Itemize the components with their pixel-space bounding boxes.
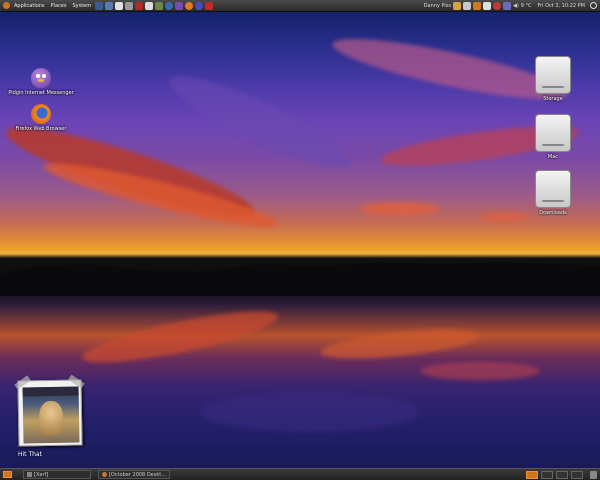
desktop-icon-label: Storage xyxy=(543,96,563,102)
drive-icon xyxy=(535,56,571,94)
desktop-icon-label: Firefox Web Browser xyxy=(15,126,67,132)
task-label: [October 2008 Deskt... xyxy=(108,471,166,478)
user-name[interactable]: Danny Piss xyxy=(424,3,451,9)
task-label: [Xarf] xyxy=(34,471,49,478)
trash-icon[interactable] xyxy=(590,470,597,479)
desktop-icon-mac[interactable]: Mac xyxy=(523,114,583,160)
menu-system[interactable]: System xyxy=(70,3,93,9)
desktop-icon-storage[interactable]: Storage xyxy=(523,56,583,102)
show-desktop-icon[interactable] xyxy=(3,471,12,478)
menu-applications[interactable]: Applications xyxy=(12,3,47,9)
bottom-panel: [Xarf] [October 2008 Deskt... xyxy=(0,468,600,480)
menu-places[interactable]: Places xyxy=(49,3,69,9)
tool-launcher-icon[interactable] xyxy=(135,1,144,10)
workspace-3[interactable] xyxy=(556,470,568,479)
firefox-icon xyxy=(31,104,51,124)
document-launcher-icon[interactable] xyxy=(125,1,134,10)
top-panel: Applications Places System Danny Piss ◀)… xyxy=(0,0,600,12)
desktop-icon-firefox[interactable]: Firefox Web Browser xyxy=(11,104,71,132)
firefox-launcher-icon[interactable] xyxy=(185,1,194,10)
photo-launcher-icon[interactable] xyxy=(155,1,164,10)
workspace-1[interactable] xyxy=(526,470,538,479)
mail-launcher-icon[interactable] xyxy=(115,1,124,10)
image-icon xyxy=(102,472,107,477)
workspace-2[interactable] xyxy=(541,470,553,479)
disk-launcher-icon[interactable] xyxy=(195,1,204,10)
taskbar-item-xarf[interactable]: [Xarf] xyxy=(23,470,91,479)
pidgin-icon xyxy=(31,68,51,88)
photo-caption: Hit That xyxy=(18,451,42,458)
taskbar-item-desktop[interactable]: [October 2008 Deskt... xyxy=(98,470,170,479)
monitor-tray-icon[interactable] xyxy=(482,1,491,10)
network-tray-icon[interactable] xyxy=(462,1,471,10)
clock[interactable]: Fri Oct 3, 10:22 PM xyxy=(538,3,585,9)
album-cover-image xyxy=(22,386,80,444)
photo-widget[interactable] xyxy=(14,374,85,447)
alert-tray-icon[interactable] xyxy=(492,1,501,10)
help-launcher-icon[interactable] xyxy=(165,1,174,10)
drive-icon xyxy=(535,170,571,208)
terminal-icon xyxy=(27,472,32,477)
drive-icon xyxy=(535,114,571,152)
desktop-wallpaper xyxy=(0,12,600,468)
desktop-icon-label: Downloads xyxy=(539,210,567,216)
pidgin-launcher-icon[interactable] xyxy=(175,1,184,10)
package-tray-icon[interactable] xyxy=(472,1,481,10)
file-launcher-icon[interactable] xyxy=(145,1,154,10)
workspace-4[interactable] xyxy=(571,470,583,479)
filezilla-launcher-icon[interactable] xyxy=(205,1,214,10)
terminal-launcher-icon[interactable] xyxy=(95,1,104,10)
desktop-icon-label: Mac xyxy=(547,154,559,160)
calendar-launcher-icon[interactable] xyxy=(105,1,114,10)
folder-tray-icon[interactable] xyxy=(452,1,461,10)
desktop-icon-downloads[interactable]: Downloads xyxy=(523,170,583,216)
desktop-icon-label: Pidgin Internet Messenger xyxy=(8,90,74,96)
volume-icon[interactable]: ◀) xyxy=(513,3,519,9)
horizon-hills xyxy=(0,262,600,296)
weather-temp[interactable]: 9 °C xyxy=(521,3,532,9)
power-icon[interactable] xyxy=(590,2,597,9)
chat-tray-icon[interactable] xyxy=(502,1,511,10)
ubuntu-logo-icon[interactable] xyxy=(3,2,10,9)
desktop-icon-pidgin[interactable]: Pidgin Internet Messenger xyxy=(8,68,74,96)
